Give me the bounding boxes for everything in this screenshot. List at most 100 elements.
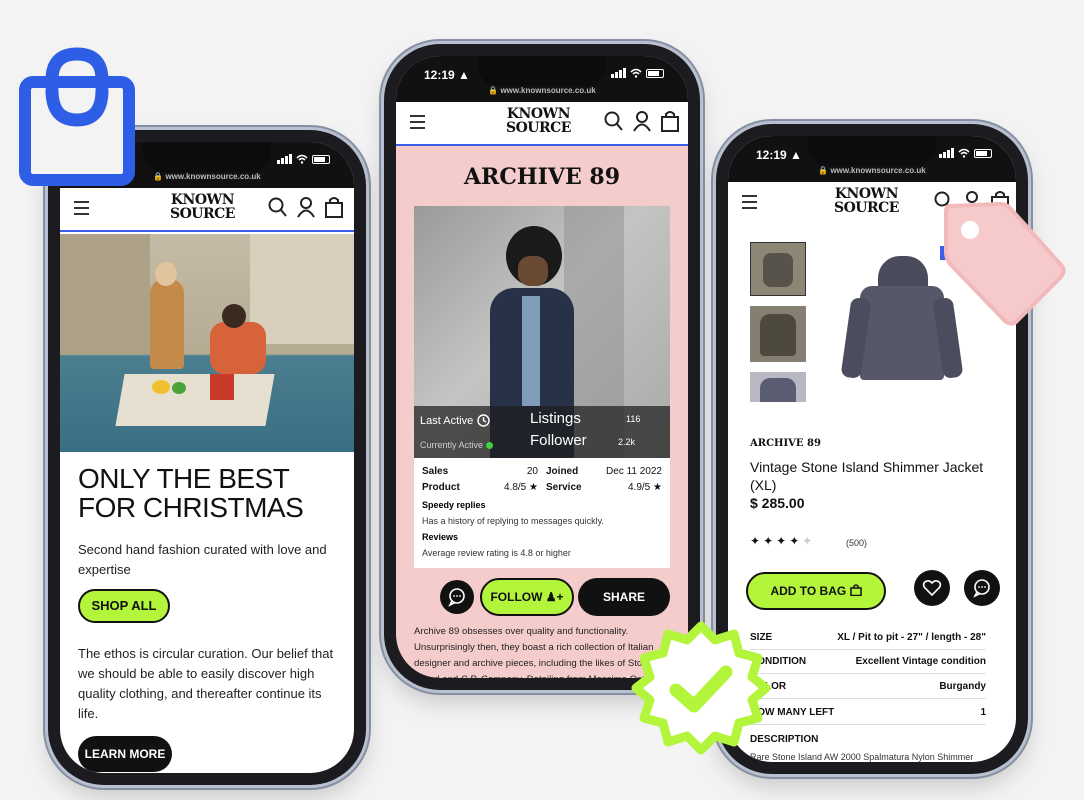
spec-quantity: HOW MANY LEFT 1 bbox=[750, 701, 986, 725]
thumbnail-3[interactable] bbox=[750, 372, 806, 402]
joined-value: Dec 11 2022 bbox=[606, 465, 662, 477]
search-icon[interactable] bbox=[604, 110, 624, 132]
hero-image bbox=[60, 234, 354, 452]
spec-condition: CONDITION Excellent Vintage condition bbox=[750, 650, 986, 674]
product-store: ARCHIVE 89 bbox=[750, 438, 821, 449]
sales-label: Sales bbox=[422, 465, 449, 477]
chat-button[interactable] bbox=[964, 570, 1000, 606]
follow-button[interactable]: FOLLOW ♟+ bbox=[480, 578, 574, 616]
heart-icon bbox=[922, 579, 942, 597]
star-icon: ✦ bbox=[763, 534, 777, 548]
activity-overlay: Last Active Currently Active Listings 11… bbox=[414, 406, 670, 458]
color-value: Burgandy bbox=[939, 681, 986, 692]
status-icons bbox=[939, 148, 992, 158]
ethos-text: The ethos is circular curation. Our beli… bbox=[78, 646, 334, 721]
reviews-count: (500) bbox=[846, 538, 868, 548]
service-label: Service bbox=[546, 481, 582, 493]
clock-icon bbox=[477, 414, 490, 427]
status-time: 12:19 ▲ bbox=[756, 148, 802, 162]
product-rating: 4.8/5 bbox=[504, 481, 527, 493]
url-text: www.knownsource.co.uk bbox=[830, 166, 926, 175]
thumbnail-2[interactable] bbox=[750, 306, 806, 362]
shopping-bag-icon bbox=[19, 47, 135, 186]
star-icon: ✦ bbox=[750, 534, 764, 548]
speedy-title: Speedy replies bbox=[422, 500, 486, 510]
size-value: XL / Pit to pit - 27" / length - 28" bbox=[837, 632, 986, 643]
user-icon[interactable] bbox=[296, 196, 316, 218]
chat-button[interactable] bbox=[440, 580, 474, 614]
price-tag-icon bbox=[944, 201, 1066, 326]
share-button[interactable]: SHARE bbox=[578, 578, 670, 616]
site-header: KNOWN SOURCE bbox=[396, 102, 688, 146]
bag-icon[interactable] bbox=[324, 196, 344, 218]
store-stats: Sales 20 Joined Dec 11 2022 Product 4.8/… bbox=[414, 458, 670, 568]
reviews-text: Average review rating is 4.8 or higher bbox=[422, 548, 571, 558]
notch bbox=[808, 136, 936, 166]
url-text: www.knownsource.co.uk bbox=[165, 172, 261, 181]
battery-icon bbox=[312, 154, 330, 164]
phone-home: 🔒 www.knownsource.co.uk KNOWN SOURCE ONL… bbox=[48, 130, 366, 785]
status-icons bbox=[611, 68, 664, 78]
follower-value: 2.2k bbox=[618, 437, 636, 447]
wifi-icon bbox=[630, 68, 642, 78]
site-logo[interactable]: KNOWN SOURCE bbox=[506, 107, 571, 135]
wifi-icon bbox=[296, 154, 308, 164]
notch bbox=[143, 142, 271, 172]
search-icon[interactable] bbox=[268, 196, 288, 218]
chat-icon bbox=[973, 579, 990, 598]
menu-icon[interactable] bbox=[410, 115, 425, 133]
hero-subtitle: Second hand fashion curated with love an… bbox=[78, 542, 327, 577]
service-rating: 4.9/5 bbox=[628, 481, 651, 493]
menu-icon[interactable] bbox=[74, 201, 89, 219]
notch bbox=[478, 56, 606, 86]
currently-active-label: Currently Active bbox=[420, 440, 484, 450]
rating-stars: ✦✦✦✦✦ bbox=[750, 534, 815, 548]
star-icon: ✦ bbox=[802, 534, 816, 548]
lock-icon: 🔒 bbox=[153, 172, 166, 181]
thumbnail-1[interactable] bbox=[750, 242, 806, 296]
wishlist-button[interactable] bbox=[914, 570, 950, 606]
status-icons bbox=[277, 154, 330, 164]
learn-more-button[interactable]: LEARN MORE bbox=[78, 736, 172, 772]
spec-size: SIZE XL / Pit to pit - 27" / length - 28" bbox=[750, 626, 986, 650]
verified-badge-icon bbox=[631, 621, 771, 755]
reviews-title: Reviews bbox=[422, 532, 459, 542]
product-title: Vintage Stone Island Shimmer Jacket (XL) bbox=[750, 459, 984, 493]
url-text: www.knownsource.co.uk bbox=[500, 86, 596, 95]
person-icon: ▲ bbox=[458, 68, 470, 82]
bag-icon bbox=[849, 584, 862, 597]
star-icon: ★ bbox=[526, 481, 538, 493]
person-icon: ▲ bbox=[790, 148, 802, 162]
quantity-value: 1 bbox=[980, 707, 986, 718]
product-label: Product bbox=[422, 481, 460, 493]
shop-all-button[interactable]: SHOP ALL bbox=[78, 589, 170, 623]
wifi-icon bbox=[958, 148, 970, 158]
hero-heading: ONLY THE BEST FOR CHRISTMAS bbox=[78, 463, 304, 523]
star-icon: ✦ bbox=[789, 534, 803, 548]
follower-label: Follower bbox=[530, 432, 587, 449]
speedy-text: Has a history of replying to messages qu… bbox=[422, 516, 604, 526]
bag-icon[interactable] bbox=[660, 110, 680, 132]
add-user-icon: ♟+ bbox=[545, 590, 564, 604]
battery-icon bbox=[646, 68, 664, 78]
user-icon[interactable] bbox=[632, 110, 652, 132]
add-to-bag-button[interactable]: ADD TO BAG bbox=[746, 572, 886, 610]
lock-icon: 🔒 bbox=[818, 166, 831, 175]
sales-value: 20 bbox=[526, 465, 538, 477]
chat-icon bbox=[448, 588, 465, 607]
menu-icon[interactable] bbox=[742, 195, 757, 213]
phone-home-screen: 🔒 www.knownsource.co.uk KNOWN SOURCE ONL… bbox=[60, 142, 354, 773]
last-active-label: Last Active bbox=[420, 414, 474, 427]
condition-value: Excellent Vintage condition bbox=[855, 656, 986, 667]
star-icon: ✦ bbox=[776, 534, 790, 548]
lock-icon: 🔒 bbox=[488, 86, 501, 95]
site-header: KNOWN SOURCE bbox=[60, 188, 354, 232]
joined-label: Joined bbox=[546, 465, 579, 477]
phone-store: 12:19 ▲ 🔒 www.knownsource.co.uk KNOWN SOU… bbox=[384, 44, 700, 690]
status-bar: 12:19 ▲ 🔒 www.knownsource.co.uk bbox=[728, 136, 1016, 182]
site-logo[interactable]: KNOWN SOURCE bbox=[834, 187, 899, 215]
star-icon: ★ bbox=[650, 481, 662, 493]
status-time: 12:19 ▲ bbox=[424, 68, 470, 82]
product-price: $ 285.00 bbox=[750, 495, 805, 511]
site-logo[interactable]: KNOWN SOURCE bbox=[170, 193, 235, 221]
